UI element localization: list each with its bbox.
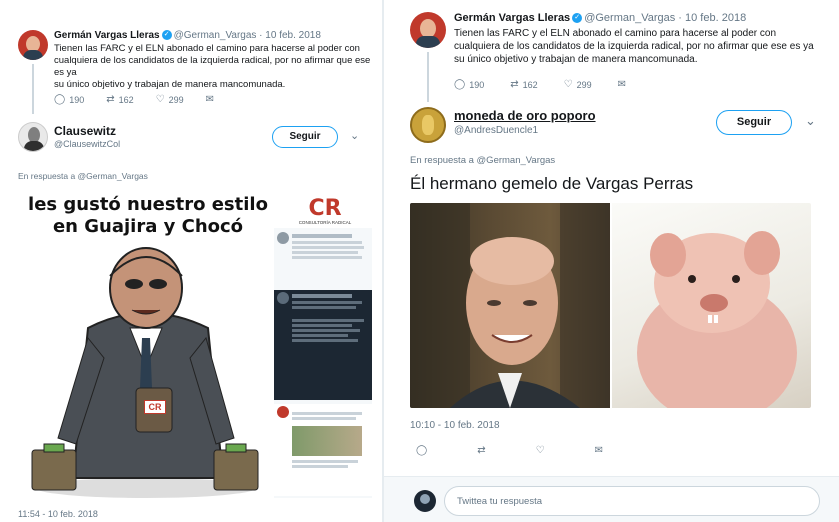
handle-date: @German_Vargas · 10 feb. 2018 bbox=[173, 30, 321, 41]
reply-count: 190 bbox=[469, 79, 485, 90]
reply-actions: ◯ ⇄ ♡ ✉ bbox=[416, 445, 629, 456]
reply-icon: ◯ bbox=[416, 445, 428, 456]
retweet-count: 162 bbox=[118, 94, 134, 105]
reply-to-label[interactable]: En respuesta a @German_Vargas bbox=[18, 171, 148, 181]
retweet-count: 162 bbox=[522, 79, 538, 90]
reply-count: 190 bbox=[69, 94, 85, 105]
current-user-avatar[interactable] bbox=[414, 490, 436, 512]
man-photo bbox=[410, 203, 610, 408]
chevron-down-icon[interactable]: ⌄ bbox=[805, 113, 816, 129]
reply-timestamp[interactable]: 10:10 - 10 feb. 2018 bbox=[410, 420, 500, 431]
like-count: 299 bbox=[576, 79, 592, 90]
reply-author-name[interactable]: moneda de oro poporo bbox=[454, 108, 596, 123]
reply-button[interactable]: ◯ 190 bbox=[454, 79, 484, 90]
tweet-line: su único objetivo y trabajan de manera m… bbox=[454, 54, 698, 65]
envelope-icon: ✉ bbox=[205, 94, 215, 105]
retweet-button[interactable]: ⇄ bbox=[477, 445, 489, 456]
cr-logo-mark: CR bbox=[308, 196, 342, 221]
reply-text: Él hermano gemelo de Vargas Perras bbox=[410, 174, 694, 193]
tweet-line: Tienen las FARC y el ELN abonado el cami… bbox=[54, 43, 360, 54]
like-count: 299 bbox=[168, 94, 184, 105]
heart-icon: ♡ bbox=[535, 445, 545, 456]
tweet-actions: ◯ 190 ⇄ 162 ♡ 299 ✉ bbox=[54, 94, 240, 105]
tweet-line: cualquiera de los candidatos de la izqui… bbox=[454, 41, 814, 52]
embedded-tweet-2 bbox=[274, 290, 372, 400]
envelope-icon: ✉ bbox=[594, 445, 603, 456]
reply-button[interactable]: ◯ bbox=[416, 445, 431, 456]
verified-badge-icon: ✓ bbox=[572, 13, 583, 24]
tweet-line: Tienen las FARC y el ELN abonado el cami… bbox=[454, 28, 777, 39]
tweet-text: Tienen las FARC y el ELN abonado el cami… bbox=[54, 43, 374, 91]
retweet-button[interactable]: ⇄ 162 bbox=[106, 94, 133, 105]
reply-author-handle: @AndresDuencle1 bbox=[454, 125, 539, 136]
follow-button[interactable]: Seguir bbox=[716, 110, 792, 135]
handle-date: @German_Vargas · 10 feb. 2018 bbox=[584, 12, 747, 24]
bag-logo: CR bbox=[144, 400, 166, 414]
dm-button[interactable]: ✉ bbox=[595, 445, 607, 456]
reply-author-handle: @ClausewitzCol bbox=[54, 139, 121, 149]
dm-button[interactable]: ✉ bbox=[206, 94, 218, 105]
reply-author-name[interactable]: Clausewitz bbox=[54, 124, 116, 138]
author-name[interactable]: Germán Vargas Lleras bbox=[454, 12, 570, 24]
reply-timestamp[interactable]: 11:54 - 10 feb. 2018 bbox=[18, 509, 98, 519]
vargas-avatar[interactable] bbox=[18, 30, 48, 60]
reply-icon: ◯ bbox=[454, 79, 466, 90]
reply-button[interactable]: ◯ 190 bbox=[54, 94, 84, 105]
tweet-text: Tienen las FARC y el ELN abonado el cami… bbox=[454, 27, 834, 66]
hairless-rodent-photo bbox=[612, 203, 811, 408]
retweet-icon: ⇄ bbox=[477, 445, 486, 456]
envelope-icon: ✉ bbox=[617, 79, 627, 90]
clausewitz-avatar[interactable] bbox=[18, 122, 48, 152]
cr-logo: CR CONSULTORÍA RADICAL bbox=[290, 196, 360, 226]
follow-button[interactable]: Seguir bbox=[272, 126, 338, 148]
caricature-illustration bbox=[31, 247, 259, 498]
retweet-icon: ⇄ bbox=[510, 79, 519, 90]
vargas-avatar[interactable] bbox=[410, 12, 446, 48]
retweet-icon: ⇄ bbox=[106, 94, 115, 105]
comparison-photo[interactable] bbox=[410, 203, 811, 408]
like-button[interactable]: ♡ 299 bbox=[564, 79, 592, 90]
embedded-tweets-collage bbox=[274, 228, 372, 498]
left-tweet-panel: Germán Vargas Lleras ✓ @German_Vargas · 10… bbox=[0, 0, 382, 522]
tweet-line: su único objetivo y trabajan de manera m… bbox=[54, 79, 286, 90]
dm-button[interactable]: ✉ bbox=[618, 79, 630, 90]
cr-logo-text: CONSULTORÍA RADICAL bbox=[298, 220, 352, 225]
tweet-header: Germán Vargas Lleras ✓ @German_Vargas · 10… bbox=[54, 30, 321, 41]
embedded-tweet-1 bbox=[274, 230, 372, 286]
retweet-button[interactable]: ⇄ 162 bbox=[510, 79, 537, 90]
reply-to-label[interactable]: En respuesta a @German_Vargas bbox=[410, 155, 555, 166]
tweet-actions: ◯ 190 ⇄ 162 ♡ 299 ✉ bbox=[454, 79, 652, 90]
thread-line bbox=[32, 64, 34, 114]
embedded-tweet-3 bbox=[274, 404, 372, 496]
verified-badge-icon: ✓ bbox=[161, 30, 172, 41]
cartoon-image[interactable]: les gustó nuestro estilo en Guajira y Ch… bbox=[18, 188, 374, 498]
chevron-down-icon[interactable]: ⌄ bbox=[350, 129, 359, 142]
author-name[interactable]: Germán Vargas Lleras bbox=[54, 30, 160, 41]
tweet-header: Germán Vargas Lleras ✓ @German_Vargas · 10… bbox=[454, 12, 746, 24]
like-button[interactable]: ♡ bbox=[536, 445, 549, 456]
thread-line bbox=[427, 52, 429, 102]
reply-input[interactable]: Twittea tu respuesta bbox=[444, 486, 820, 516]
reply-icon: ◯ bbox=[54, 94, 66, 105]
poporo-coin-avatar[interactable] bbox=[410, 107, 446, 143]
like-button[interactable]: ♡ 299 bbox=[156, 94, 184, 105]
heart-icon: ♡ bbox=[155, 94, 165, 105]
heart-icon: ♡ bbox=[563, 79, 573, 90]
tweet-line: cualquiera de los candidatos de la izqui… bbox=[54, 55, 371, 78]
